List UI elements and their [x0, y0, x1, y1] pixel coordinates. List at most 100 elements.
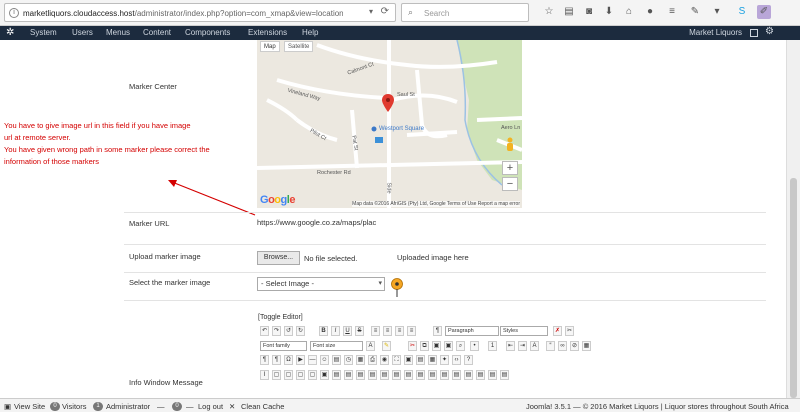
street-view-pegman-icon[interactable]: [504, 137, 516, 153]
blank-icon[interactable]: ▤: [464, 370, 473, 380]
italic-button[interactable]: I: [331, 326, 340, 336]
readmore-icon[interactable]: ▤: [428, 370, 437, 380]
undo-icon[interactable]: ↶: [260, 326, 269, 336]
blockquote-icon[interactable]: “: [546, 341, 555, 351]
media-icon[interactable]: ▶: [296, 355, 305, 365]
pencil-icon[interactable]: ✐: [757, 5, 771, 19]
rtl-icon[interactable]: ¶: [272, 355, 281, 365]
emoticon-icon[interactable]: ☺: [320, 355, 329, 365]
date-icon[interactable]: ▤: [332, 355, 341, 365]
menu-item-icon[interactable]: ▤: [488, 370, 497, 380]
indent-icon[interactable]: ⇥: [518, 341, 527, 351]
abbr-icon[interactable]: ▤: [344, 370, 353, 380]
address-url[interactable]: marketliquors.cloudaccess.host/administr…: [23, 9, 343, 18]
underline-button[interactable]: U: [343, 326, 352, 336]
paste-icon[interactable]: ✂: [565, 326, 574, 336]
clear-format-icon[interactable]: ✗: [553, 326, 562, 336]
menu-system[interactable]: System: [30, 28, 57, 37]
outdent-icon[interactable]: ⇤: [506, 341, 515, 351]
site-info-icon[interactable]: i: [9, 8, 19, 18]
hr-icon[interactable]: —: [308, 355, 317, 365]
link-icon[interactable]: ∞: [558, 341, 567, 351]
pocket-icon[interactable]: ◙: [582, 5, 596, 19]
pagebreak-icon[interactable]: ▤: [416, 370, 425, 380]
del-icon[interactable]: ▤: [368, 370, 377, 380]
move-forward-icon[interactable]: ▢: [284, 370, 293, 380]
superscript-icon[interactable]: A: [530, 341, 539, 351]
paste-word-icon[interactable]: ▣: [444, 341, 453, 351]
map-marker-icon[interactable]: [382, 94, 394, 112]
history-dropdown-icon[interactable]: ▾: [369, 7, 373, 16]
field-icon[interactable]: ▤: [500, 370, 509, 380]
menu-users[interactable]: Users: [72, 28, 93, 37]
fullscreen-icon[interactable]: ⛶: [392, 355, 401, 365]
text-color-icon[interactable]: A: [366, 341, 375, 351]
administrator-link[interactable]: Administrator: [106, 402, 150, 411]
paint-icon[interactable]: ✎: [688, 5, 702, 19]
module-icon[interactable]: ▤: [476, 370, 485, 380]
zoom-in-button[interactable]: +: [502, 161, 518, 175]
align-center-icon[interactable]: ≡: [383, 326, 392, 336]
ins-icon[interactable]: ▤: [380, 370, 389, 380]
chat-icon[interactable]: ●: [643, 5, 657, 19]
attribs-icon[interactable]: ▤: [392, 370, 401, 380]
menu-components[interactable]: Components: [185, 28, 230, 37]
absolute-icon[interactable]: ▢: [308, 370, 317, 380]
preview-icon[interactable]: ◉: [380, 355, 389, 365]
home-icon[interactable]: ⌂: [622, 5, 636, 19]
cite-icon[interactable]: ▤: [332, 370, 341, 380]
menu-icon[interactable]: ≡: [665, 5, 679, 19]
help-icon[interactable]: ?: [464, 355, 473, 365]
article-icon[interactable]: ▤: [440, 370, 449, 380]
ltr-icon[interactable]: ¶: [260, 355, 269, 365]
map-attribution[interactable]: Map data ©2016 AfriGIS (Pty) Ltd, Google…: [352, 201, 520, 207]
print-icon[interactable]: ⎙: [368, 355, 377, 365]
align-right-icon[interactable]: ≡: [395, 326, 404, 336]
table-icon[interactable]: ▦: [356, 355, 365, 365]
highlight-icon[interactable]: ✎: [382, 341, 391, 351]
styles-menu-icon[interactable]: ¶: [433, 326, 442, 336]
nonbreaking-icon[interactable]: ▤: [404, 370, 413, 380]
marker-url-input[interactable]: https://www.google.co.za/maps/plac: [257, 218, 457, 227]
menu-extensions[interactable]: Extensions: [248, 28, 287, 37]
download-icon[interactable]: ⬇: [602, 5, 616, 19]
unlink-icon[interactable]: ⊘: [570, 341, 579, 351]
time-icon[interactable]: ◷: [344, 355, 353, 365]
reload-icon[interactable]: ⟳: [381, 6, 389, 17]
star-icon[interactable]: ☆: [542, 5, 556, 19]
font-family-select[interactable]: Font family: [260, 341, 307, 351]
undo2-icon[interactable]: ↺: [284, 326, 293, 336]
browse-button[interactable]: Browse...: [257, 251, 300, 265]
text-cursor-icon[interactable]: I: [260, 370, 269, 380]
strikethrough-button[interactable]: S: [355, 326, 364, 336]
styleprops-icon[interactable]: ▣: [320, 370, 329, 380]
marker-image-select[interactable]: - Select Image - ▾: [257, 277, 385, 291]
numbered-list-icon[interactable]: 1: [488, 341, 497, 351]
template-icon[interactable]: ▣: [404, 355, 413, 365]
insert-layer-icon[interactable]: ▢: [272, 370, 281, 380]
copy-icon[interactable]: ⧉: [420, 341, 429, 351]
anchor-icon[interactable]: ▤: [452, 370, 461, 380]
align-justify-icon[interactable]: ≡: [407, 326, 416, 336]
view-site-link[interactable]: View Site: [14, 402, 45, 411]
menu-help[interactable]: Help: [302, 28, 318, 37]
menu-content[interactable]: Content: [143, 28, 171, 37]
menu-menus[interactable]: Menus: [106, 28, 130, 37]
logout-link[interactable]: Log out: [198, 402, 223, 411]
align-left-icon[interactable]: ≡: [371, 326, 380, 336]
skype-icon[interactable]: S: [735, 5, 749, 19]
redo-icon[interactable]: ↷: [272, 326, 281, 336]
find-icon[interactable]: ⌕: [456, 341, 465, 351]
bold-button[interactable]: B: [319, 326, 328, 336]
zoom-out-button[interactable]: −: [502, 177, 518, 191]
toggle-editor-link[interactable]: [Toggle Editor]: [258, 314, 303, 321]
visitors-link[interactable]: Visitors: [62, 402, 86, 411]
acronym-icon[interactable]: ▤: [356, 370, 365, 380]
search-box[interactable]: ⌕ Search: [401, 3, 529, 22]
vertical-scrollbar[interactable]: [786, 40, 800, 398]
redo2-icon[interactable]: ↻: [296, 326, 305, 336]
site-name-link[interactable]: Market Liquors: [689, 28, 742, 37]
cleanup-icon[interactable]: ✦: [440, 355, 449, 365]
cut-icon[interactable]: ✂: [408, 341, 417, 351]
layer-icon[interactable]: ▤: [416, 355, 425, 365]
